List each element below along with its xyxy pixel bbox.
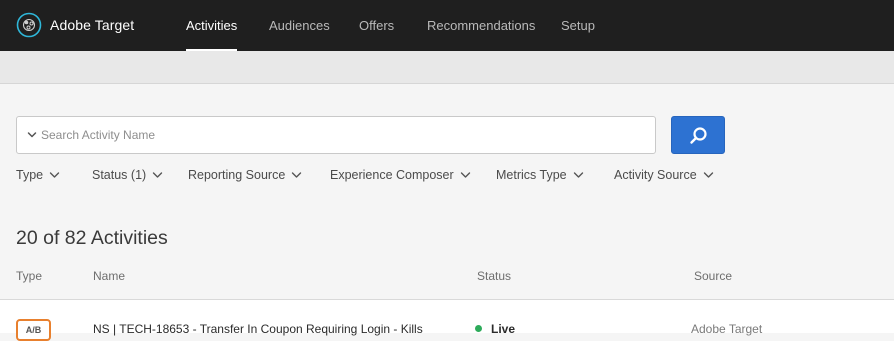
tab-audiences[interactable]: Audiences bbox=[269, 0, 330, 51]
search-icon bbox=[690, 127, 707, 144]
column-header-source[interactable]: Source bbox=[694, 269, 732, 283]
tab-setup[interactable]: Setup bbox=[561, 0, 595, 51]
tab-recommendations-label: Recommendations bbox=[427, 18, 536, 33]
tab-setup-label: Setup bbox=[561, 18, 595, 33]
column-header-status[interactable]: Status bbox=[477, 269, 511, 283]
filter-reporting-source[interactable]: Reporting Source bbox=[188, 166, 302, 184]
column-header-name[interactable]: Name bbox=[93, 269, 125, 283]
filter-experience-composer[interactable]: Experience Composer bbox=[330, 166, 471, 184]
chevron-down-icon bbox=[573, 172, 583, 178]
status-live-dot-icon bbox=[475, 325, 482, 332]
brand[interactable]: Adobe Target bbox=[16, 12, 134, 38]
column-header-type[interactable]: Type bbox=[16, 269, 42, 283]
chevron-down-icon bbox=[292, 172, 302, 178]
chevron-down-icon bbox=[460, 172, 470, 178]
tab-activities-label: Activities bbox=[186, 18, 238, 33]
filter-reporting-source-label: Reporting Source bbox=[188, 168, 286, 182]
chevron-down-icon bbox=[703, 172, 713, 178]
tab-offers[interactable]: Offers bbox=[359, 0, 394, 51]
search-box bbox=[16, 116, 656, 154]
activity-type-badge: A/B bbox=[16, 319, 51, 341]
results-count: 20 of 82 Activities bbox=[16, 227, 168, 249]
filter-experience-composer-label: Experience Composer bbox=[330, 168, 454, 182]
filter-metrics-type[interactable]: Metrics Type bbox=[496, 166, 584, 184]
secondary-toolbar bbox=[0, 51, 894, 84]
tab-offers-label: Offers bbox=[359, 18, 395, 33]
app-title: Adobe Target bbox=[50, 17, 135, 33]
filter-type[interactable]: Type bbox=[16, 166, 60, 184]
tab-activities[interactable]: Activities bbox=[186, 0, 238, 51]
filter-status-label: Status (1) bbox=[92, 168, 147, 182]
filter-activity-source[interactable]: Activity Source bbox=[614, 166, 714, 184]
tab-recommendations[interactable]: Recommendations bbox=[427, 0, 535, 51]
filter-type-label: Type bbox=[16, 168, 44, 182]
activity-status: Live bbox=[491, 322, 516, 336]
filter-activity-source-label: Activity Source bbox=[614, 168, 697, 182]
chevron-down-icon[interactable] bbox=[26, 128, 38, 142]
chevron-down-icon bbox=[49, 172, 60, 178]
search-button[interactable] bbox=[671, 116, 725, 154]
filter-metrics-type-label: Metrics Type bbox=[496, 168, 567, 182]
tab-audiences-label: Audiences bbox=[269, 18, 330, 33]
activity-name-link[interactable]: NS | TECH-18653 - Transfer In Coupon Req… bbox=[93, 322, 423, 336]
filter-status[interactable]: Status (1) bbox=[92, 166, 163, 184]
top-nav-bar: Adobe Target Activities Audiences Offers… bbox=[0, 0, 894, 51]
search-input[interactable] bbox=[41, 117, 641, 153]
chevron-down-icon bbox=[152, 172, 163, 178]
activity-source: Adobe Target bbox=[691, 322, 763, 336]
adobe-target-logo-icon bbox=[16, 12, 42, 38]
